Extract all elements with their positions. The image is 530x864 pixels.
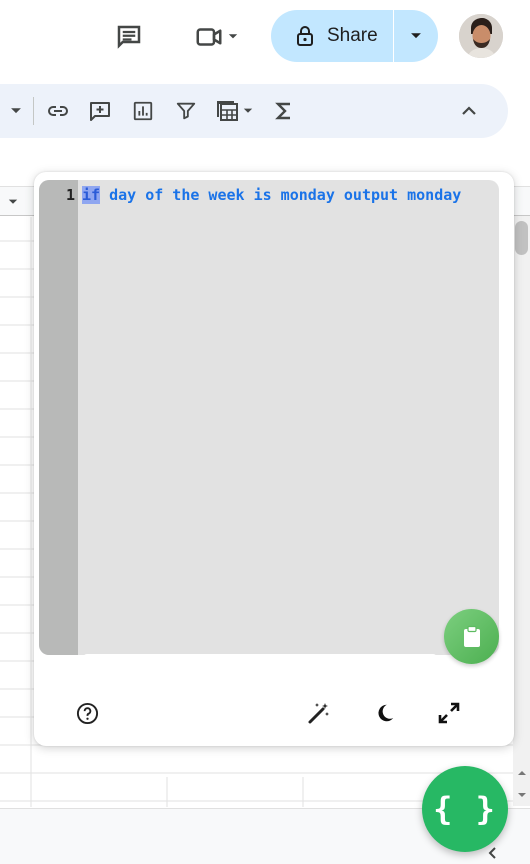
chevron-down-icon	[411, 33, 421, 39]
code-fab-label: { }	[433, 790, 497, 828]
panel-footer	[34, 692, 514, 732]
top-bar: Share	[0, 0, 530, 76]
scrollbar-thumb[interactable]	[515, 221, 528, 255]
share-dropdown-button[interactable]	[394, 10, 438, 62]
vertical-scrollbar[interactable]	[513, 216, 530, 806]
code-text: day of the week is monday output monday	[100, 186, 462, 204]
horizontal-scrollbar[interactable]	[83, 654, 437, 655]
share-label: Share	[327, 25, 378, 46]
link-icon[interactable]	[44, 97, 72, 125]
table-view-icon[interactable]	[211, 97, 259, 125]
functions-icon[interactable]	[270, 97, 298, 125]
filter-icon[interactable]	[172, 97, 200, 125]
insert-comment-icon[interactable]	[86, 97, 114, 125]
line-gutter: 1	[39, 180, 78, 655]
copy-button[interactable]	[444, 609, 499, 664]
insert-chart-icon[interactable]	[129, 97, 157, 125]
comment-icon[interactable]	[110, 18, 148, 56]
clipboard-icon	[463, 625, 480, 647]
expand-icon[interactable]	[436, 700, 462, 726]
toolbar-divider	[33, 97, 34, 125]
share-button[interactable]: Share	[271, 10, 393, 62]
scroll-down-arrow[interactable]	[514, 788, 530, 802]
auto-fix-icon[interactable]	[306, 700, 332, 726]
code-keyword: if	[82, 186, 101, 204]
toolbar	[0, 84, 508, 138]
code-panel: 1 if day of the week is monday output mo…	[34, 172, 514, 746]
share-control: Share	[271, 10, 438, 62]
chevron-down-icon	[243, 108, 253, 113]
moon-icon[interactable]	[372, 700, 398, 726]
code-line[interactable]: if day of the week is monday output mond…	[82, 186, 461, 204]
chevron-up-icon[interactable]	[455, 97, 483, 125]
chevron-down-icon[interactable]	[6, 101, 26, 121]
line-number: 1	[65, 186, 75, 204]
code-editor[interactable]: 1 if day of the week is monday output mo…	[39, 180, 499, 655]
video-camera-icon[interactable]	[185, 20, 247, 54]
chevron-down-icon[interactable]	[4, 193, 22, 211]
lock-icon	[297, 26, 313, 46]
chevron-down-icon	[228, 34, 238, 39]
scroll-up-arrow[interactable]	[514, 766, 530, 780]
help-circle-icon[interactable]	[74, 700, 100, 726]
app-root: Share 1 if day of the week is monday out…	[0, 0, 530, 864]
code-fab-button[interactable]: { }	[422, 766, 508, 852]
user-avatar[interactable]	[459, 14, 503, 58]
